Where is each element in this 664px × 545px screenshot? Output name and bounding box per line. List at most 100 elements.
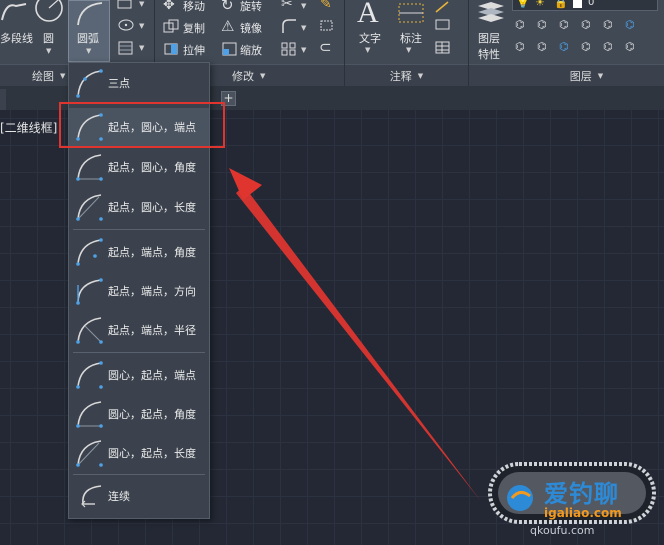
polyline-icon [1, 3, 27, 21]
dimension-dropdown-icon: ▼ [406, 46, 412, 54]
layer-tool-1-icon[interactable]: ⌬ [515, 18, 525, 31]
rectangle-dropdown-icon[interactable]: ▼ [139, 0, 144, 8]
scale-label: 缩放 [240, 44, 262, 57]
layer-freeze-icon: ☀ [535, 0, 545, 9]
copy-label: 复制 [183, 22, 205, 35]
rotate-icon: ↻ [221, 0, 234, 14]
ellipse-dropdown-icon[interactable]: ▼ [139, 22, 144, 30]
layer-tool-10-icon[interactable]: ⌬ [581, 40, 591, 53]
arc-menu-item-three-point[interactable]: 三点 [69, 64, 209, 102]
arc-menu-item-start-end-angle[interactable]: 起点，端点，角度 [69, 233, 209, 271]
array-icon[interactable] [280, 41, 298, 57]
arc-menu-item-center-start-end[interactable]: 圆心，起点，端点 [69, 356, 209, 394]
watermark-text: 爱钓聊 [544, 480, 619, 508]
layer-tool-8-icon[interactable]: ⌬ [537, 40, 547, 53]
arc-menu-item-continue[interactable]: 连续 [69, 477, 209, 515]
annotation-panel-expand-icon: ▼ [417, 71, 424, 80]
layer-tool-5-icon[interactable]: ⌬ [603, 18, 613, 31]
text-label: 文字 [359, 32, 381, 45]
layer-tool-6-icon[interactable]: ⌬ [625, 18, 635, 31]
layer-color-swatch [573, 0, 582, 8]
layer-lock-icon: 🔒 [554, 0, 568, 9]
arc-menu-item-start-end-radius[interactable]: 起点，端点，半径 [69, 311, 209, 349]
explode-icon[interactable] [319, 19, 335, 33]
arc-continue-icon [81, 485, 102, 508]
arc-menu-item-label: 起点，圆心，长度 [108, 201, 196, 214]
stretch-label: 拉伸 [183, 44, 205, 57]
mirror-icon: ⚠ [221, 17, 235, 35]
layer-tool-3-icon[interactable]: ⌬ [559, 18, 569, 31]
viewport-visual-style-label[interactable]: [二维线框] [0, 119, 57, 136]
circle-dropdown-icon[interactable]: ▼ [46, 47, 51, 55]
arc-menu-item-center-start-length[interactable]: 圆心，起点，长度 [69, 434, 209, 472]
arc-menu-item-start-center-length[interactable]: 起点，圆心，长度 [69, 188, 209, 226]
trim-icon[interactable]: ✂ [281, 0, 293, 12]
layer-stack-icon [478, 2, 504, 22]
menu-separator [73, 352, 205, 353]
offset-icon[interactable]: ⊂ [319, 38, 332, 56]
move-icon: ✥ [163, 0, 175, 13]
layer-tool-9-icon[interactable]: ⌬ [559, 40, 569, 53]
dimstyle-icon[interactable] [434, 18, 452, 32]
arc-menu-item-label: 起点，端点，方向 [108, 285, 196, 298]
menu-separator [73, 229, 205, 230]
arc-menu-item-start-end-direction[interactable]: 起点，端点，方向 [69, 272, 209, 310]
arc-start-end-direction-icon [76, 278, 103, 305]
fillet-dropdown-icon[interactable]: ▼ [301, 24, 306, 32]
move-label: 移动 [183, 0, 205, 13]
multileader-icon[interactable] [434, 0, 452, 14]
trim-dropdown-icon[interactable]: ▼ [301, 2, 306, 10]
annotation-panel-title-bar[interactable]: 注释 ▼ [345, 64, 468, 86]
arc-icon [77, 2, 103, 26]
fillet-icon[interactable] [281, 18, 297, 34]
layer-tool-2-icon[interactable]: ⌬ [537, 18, 547, 31]
watermark-badge: 爱钓聊 igaliao.com qkoufu.com [484, 458, 660, 540]
rectangle-icon[interactable] [117, 0, 133, 10]
polyline-label: 多段线 [0, 32, 33, 45]
draw-panel-title: 绘图 [32, 69, 54, 83]
arc-center-start-length-icon [76, 440, 103, 467]
layer-tool-4-icon[interactable]: ⌬ [581, 18, 591, 31]
arc-start-end-angle-icon [76, 238, 103, 266]
drawing-tab[interactable] [0, 89, 6, 110]
erase-icon[interactable]: ✎ [320, 0, 332, 12]
layer-dropdown[interactable]: 💡 ☀ 🔒 0 [512, 0, 658, 11]
arc-menu-item-label: 圆心，起点，角度 [108, 408, 196, 421]
arc-start-center-angle-icon [76, 154, 103, 181]
scale-icon [222, 42, 237, 56]
arc-center-start-angle-icon [76, 401, 103, 428]
arc-label: 圆弧 [77, 32, 99, 45]
layer-tool-7-icon[interactable]: ⌬ [515, 40, 525, 53]
circle-icon [35, 0, 63, 22]
arc-menu-item-center-start-angle[interactable]: 圆心，起点，角度 [69, 395, 209, 433]
arc-center-start-end-icon [76, 361, 103, 389]
arc-menu-item-label: 起点，端点，半径 [108, 324, 196, 337]
hatch-dropdown-icon[interactable]: ▼ [139, 44, 144, 52]
dimension-label: 标注 [400, 32, 422, 45]
circle-label: 圆 [43, 32, 54, 45]
arc-menu-item-label: 圆心，起点，长度 [108, 447, 196, 460]
table-icon[interactable] [434, 41, 452, 55]
watermark-sub: qkoufu.com [530, 524, 595, 537]
hatch-icon[interactable] [117, 40, 135, 56]
dimension-icon [398, 3, 424, 23]
arc-button[interactable]: 圆弧 ▼ [68, 0, 110, 62]
arc-start-end-radius-icon [76, 317, 103, 344]
draw-panel-expand-icon: ▼ [60, 71, 66, 80]
layers-panel-title-bar[interactable]: 图层 ▼ [469, 64, 664, 86]
copy-icon [163, 19, 179, 33]
arc-menu-item-label: 连续 [108, 490, 130, 503]
ellipse-icon[interactable] [117, 18, 135, 32]
modify-panel-title-bar[interactable]: 修改 ▼ [208, 64, 344, 86]
layer-on-icon: 💡 [516, 0, 530, 9]
array-dropdown-icon[interactable]: ▼ [301, 46, 306, 54]
arc-menu-item-start-center-angle[interactable]: 起点，圆心，角度 [69, 148, 209, 186]
arc-dropdown-icon: ▼ [86, 47, 92, 55]
arc-start-center-length-icon [76, 194, 103, 221]
layer-tool-12-icon[interactable]: ⌬ [625, 40, 635, 53]
layer-properties-label-2: 特性 [478, 48, 500, 61]
annotation-panel-title: 注释 [389, 69, 412, 83]
menu-separator [73, 474, 205, 475]
arc-menu-item-label: 三点 [108, 77, 130, 90]
layer-tool-11-icon[interactable]: ⌬ [603, 40, 613, 53]
